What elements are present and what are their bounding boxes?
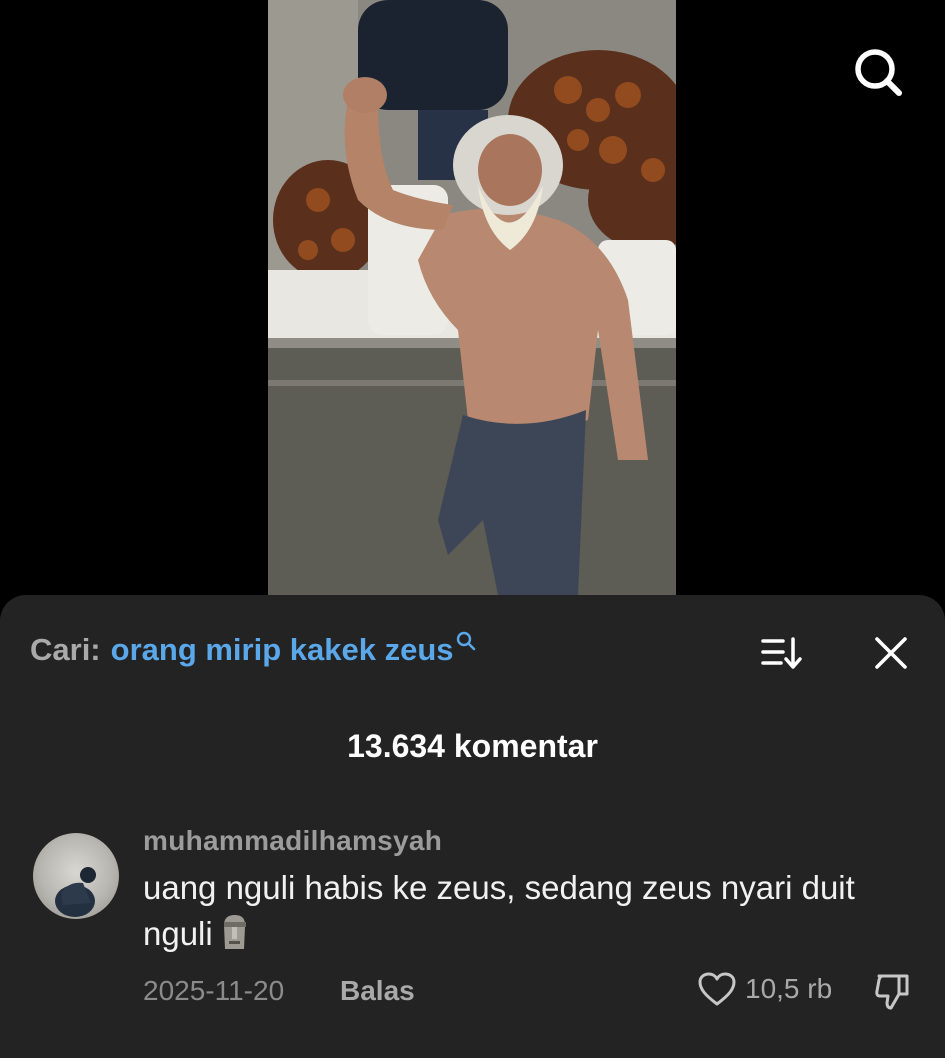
sort-icon [761, 637, 802, 669]
search-suggestion[interactable]: Cari: orang mirip kakek zeus [30, 628, 476, 672]
search-button[interactable] [850, 44, 906, 100]
video-player[interactable] [0, 0, 945, 600]
like-button[interactable]: 10,5 rb [697, 971, 832, 1007]
close-button[interactable] [868, 631, 914, 675]
moai-emoji-icon [223, 915, 246, 949]
search-icon [855, 49, 902, 96]
avatar[interactable] [33, 833, 119, 919]
close-icon [875, 637, 907, 669]
avatar-image [55, 867, 96, 917]
dislike-button[interactable] [870, 970, 916, 1014]
comment-count: 13.634 komentar [347, 728, 598, 764]
comment-text: uang nguli habis ke zeus, sedang zeus ny… [143, 865, 913, 957]
like-count: 10,5 rb [745, 973, 833, 1004]
video-thumbnail [268, 0, 676, 595]
comments-sheet: Cari: orang mirip kakek zeus 13.634 kome… [0, 595, 945, 1058]
comment-item: muhammadilhamsyah uang nguli habis ke ze… [0, 825, 945, 1025]
comment-username[interactable]: muhammadilhamsyah [143, 825, 442, 857]
reply-button[interactable]: Balas [340, 975, 415, 1007]
search-prefix: Cari: [30, 632, 101, 667]
heart-icon [698, 972, 736, 1006]
search-query-link[interactable]: orang mirip kakek zeus [111, 632, 454, 668]
sort-button[interactable] [756, 631, 806, 675]
thumbs-down-icon [875, 974, 909, 1010]
search-small-icon [456, 631, 475, 651]
comment-date: 2025-11-20 [143, 975, 285, 1006]
video-frame[interactable] [268, 0, 676, 595]
